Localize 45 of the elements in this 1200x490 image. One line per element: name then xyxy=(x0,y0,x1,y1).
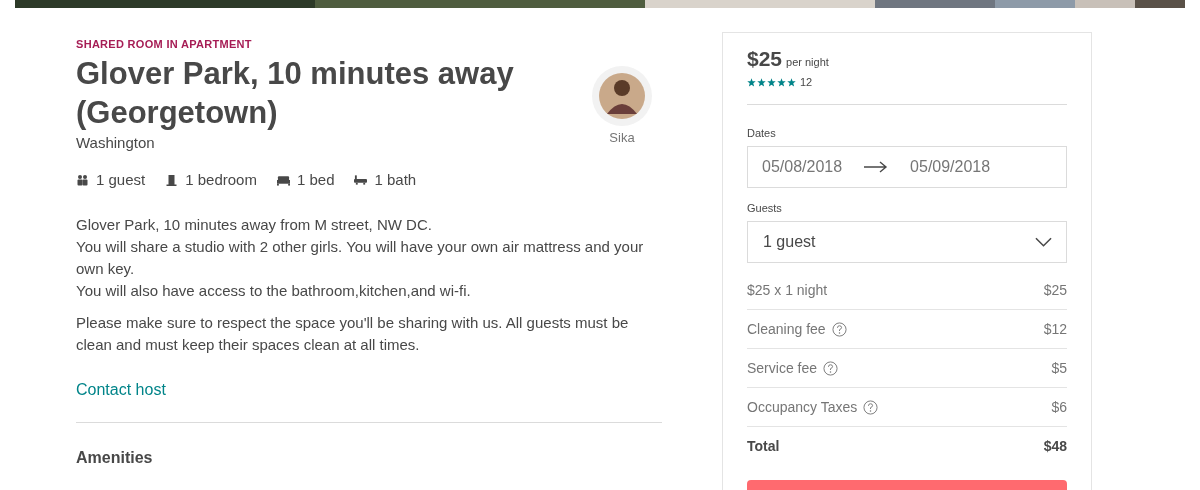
fact-label: 1 bedroom xyxy=(185,171,257,188)
people-icon xyxy=(76,173,89,186)
field-label: Dates xyxy=(747,127,777,139)
fee-label: Service fee xyxy=(747,360,818,376)
fee-label: Total xyxy=(747,438,780,454)
arrow-right-icon xyxy=(864,161,889,173)
fact-label: 1 guest xyxy=(96,171,146,188)
fee-amount: $12 xyxy=(1043,321,1067,337)
chevron-down-icon xyxy=(1035,237,1052,247)
star-icon xyxy=(747,77,756,87)
fee-amount: $6 xyxy=(1051,399,1067,415)
bathtub-icon xyxy=(354,173,368,186)
section-heading: Amenities xyxy=(76,449,154,467)
check-in-field[interactable]: 05/08/2018 xyxy=(762,158,843,176)
description-paragraph: Please make sure to respect the space you'll be sharing with us. All guests must be clean and must keep their spaces clean at all times. xyxy=(76,313,630,355)
review-count: 12 xyxy=(800,76,813,88)
description-paragraph: Glover Park, 10 minutes away from M street, NW DC. You will share a studio with 2 other girls. You will have your own air mattress and your own key. You will also have access to the bathroom,kitchen,and wi-fi. xyxy=(76,215,645,301)
fee-label: Occupancy Taxes xyxy=(747,399,858,415)
star-icon xyxy=(767,77,776,87)
bed-icon xyxy=(276,173,290,186)
guests-select[interactable]: 1 guest xyxy=(747,221,1067,263)
fee-label: Cleaning fee xyxy=(747,321,826,337)
door-icon xyxy=(165,173,179,186)
listing-title: Glover Park, 10 minutes away (Georgetown) xyxy=(76,55,515,132)
fee-label: $25 x 1 night xyxy=(747,282,828,298)
host-avatar[interactable] xyxy=(592,66,652,126)
fee-amount: $48 xyxy=(1043,438,1067,454)
star-icon xyxy=(757,77,766,87)
help-icon[interactable] xyxy=(863,399,879,415)
fact-label: 1 bath xyxy=(374,171,417,188)
fee-amount: $5 xyxy=(1051,360,1067,376)
city: Washington xyxy=(76,134,156,151)
fee-amount: $25 xyxy=(1043,282,1067,298)
contact-host-link[interactable]: Contact host xyxy=(76,381,166,399)
help-icon[interactable] xyxy=(823,360,839,376)
field-label: Guests xyxy=(747,202,783,214)
fact-label: 1 bed xyxy=(296,171,335,188)
help-icon[interactable] xyxy=(831,321,847,337)
price: $25 xyxy=(747,47,783,71)
check-out-field[interactable]: 05/09/2018 xyxy=(910,158,991,176)
host-name[interactable]: Sika xyxy=(609,130,635,145)
star-icon xyxy=(777,77,786,87)
price-unit: per night xyxy=(786,56,829,68)
room-type: SHARED ROOM IN APARTMENT xyxy=(76,38,253,50)
star-icon xyxy=(787,77,796,87)
